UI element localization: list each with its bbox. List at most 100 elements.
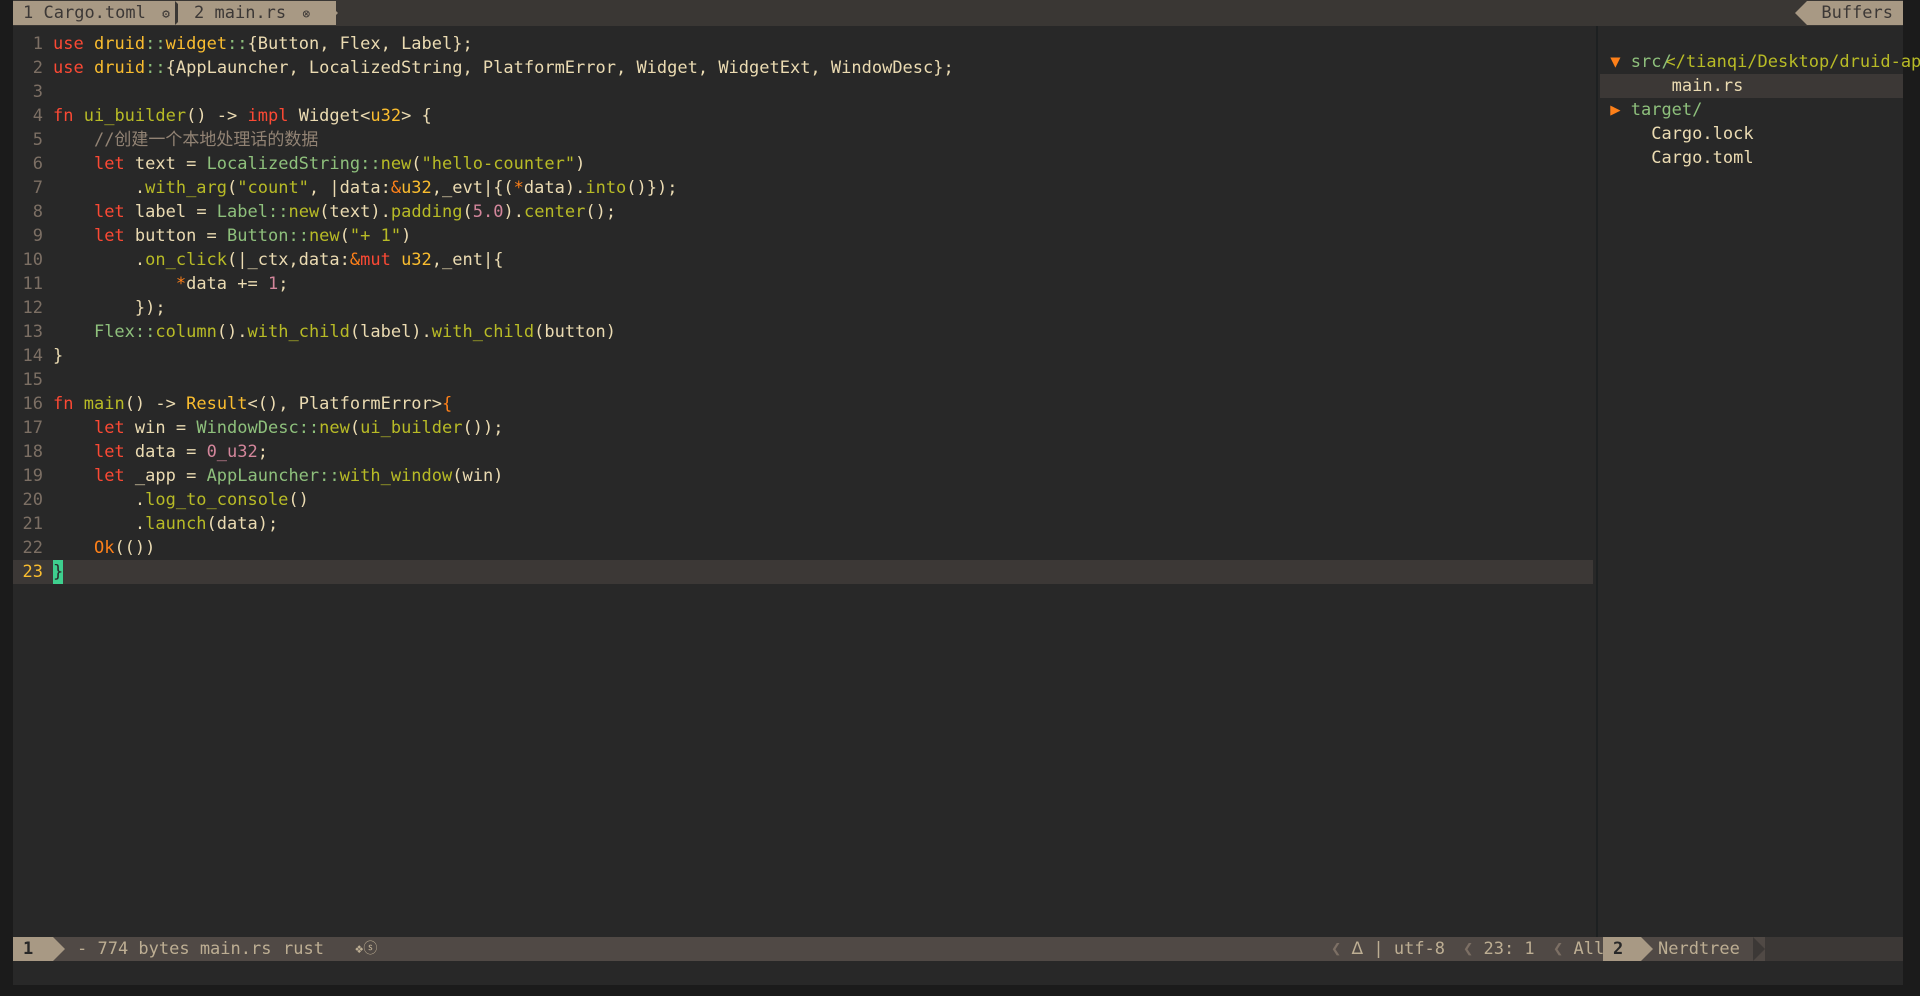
code-token: ( (227, 178, 238, 198)
code-line[interactable]: 7 .with_arg("count", |data:&u32,_evt|{(*… (13, 176, 1593, 200)
lock-icon: ᐃ (1351, 939, 1364, 959)
tab-arrow (326, 1, 338, 25)
code-token: :: (267, 202, 289, 222)
code-line[interactable]: 10 .on_click(|_ctx,data:&mut u32,_ent|{ (13, 248, 1593, 272)
collapsed-arrow-icon[interactable]: ▶ (1610, 100, 1630, 120)
code-line[interactable]: 22 Ok(()) (13, 536, 1593, 560)
code-line[interactable]: 11 *data += 1; (13, 272, 1593, 296)
code-line[interactable]: 16 fn main() -> Result<(), PlatformError>… (13, 392, 1593, 416)
text-cursor: } (53, 560, 64, 584)
nerdtree-root-path[interactable]: </tianqi/Desktop/druid-app/ (1600, 26, 1920, 72)
code-token: ui_builder (360, 418, 463, 438)
code-line[interactable]: 17 let win = WindowDesc::new(ui_builder(… (13, 416, 1593, 440)
code-line[interactable]: 23} (13, 560, 1593, 584)
nerdtree-status-label: Nerdtree (1658, 939, 1740, 959)
code-token: * (513, 178, 524, 198)
code-line[interactable]: 18 let data = 0_u32; (13, 440, 1593, 464)
code-line[interactable]: 6 let text = LocalizedString::new("hello… (13, 152, 1593, 176)
code-text: }); (53, 298, 166, 318)
command-line[interactable] (13, 961, 1903, 985)
code-token: () -> (186, 106, 248, 126)
nerdtree-item-label: main.rs (1671, 76, 1744, 96)
code-text: .on_click(|_ctx,data:&mut u32,_ent|{ (53, 250, 504, 270)
code-text: let button = Button::new("+ 1") (53, 226, 411, 246)
code-text: fn main() -> Result<(), PlatformError>{ (53, 394, 452, 414)
code-line[interactable]: 8 let label = Label::new(text).padding(5… (13, 200, 1593, 224)
code-line[interactable]: 13 Flex::column().with_child(label).with… (13, 320, 1593, 344)
nerdtree-file[interactable]: Cargo.lock (1600, 122, 1903, 146)
line-number: 15 (22, 370, 43, 390)
code-token: . (53, 490, 146, 510)
code-line[interactable]: 15 (13, 368, 1593, 392)
code-token: u32 (370, 106, 402, 126)
line-number: 20 (22, 490, 43, 510)
code-token: ( (339, 226, 350, 246)
code-token: "hello-counter" (421, 154, 576, 174)
code-line[interactable]: 4 fn ui_builder() -> impl Widget<u32> { (13, 104, 1593, 128)
code-token: () -> (124, 394, 187, 414)
nerdtree-file[interactable]: main.rs (1600, 74, 1903, 98)
code-line[interactable]: 19 let _app = AppLauncher::with_window(w… (13, 464, 1593, 488)
nerdtree-dir[interactable]: ▶ target/ (1600, 98, 1903, 122)
code-text: .launch(data); (53, 514, 278, 534)
statusline-arrow (1753, 937, 1765, 961)
code-line[interactable]: 14} (13, 344, 1593, 368)
line-number: 2 (32, 58, 43, 78)
code-token: 1 (267, 274, 279, 294)
code-token: "count" (237, 178, 309, 198)
code-line[interactable]: 20 .log_to_console() (13, 488, 1593, 512)
code-token: AppLauncher (206, 466, 320, 486)
code-line[interactable]: 2 use druid::{AppLauncher, LocalizedStrin… (13, 56, 1593, 80)
nerdtree-window-number: 2 (1603, 937, 1641, 961)
code-line[interactable]: 21 .launch(data); (13, 512, 1593, 536)
code-line[interactable]: 12 }); (13, 296, 1593, 320)
vertical-split[interactable] (1596, 26, 1598, 937)
line-number: 12 (22, 298, 43, 318)
code-token: ) (575, 154, 586, 174)
expanded-arrow-icon[interactable]: ▼ (1610, 52, 1630, 72)
code-token: & (349, 250, 361, 270)
code-line[interactable]: 3 (13, 80, 1593, 104)
code-token: padding (390, 202, 463, 222)
nerdtree-file[interactable]: Cargo.toml (1600, 146, 1903, 170)
code-text: Ok(()) (53, 538, 155, 558)
code-line[interactable]: 1 use druid::widget::{Button, Flex, Label… (13, 32, 1593, 56)
tab-cargo-toml[interactable]: 1 Cargo.toml ⚙ (13, 1, 193, 25)
tab-main-rs[interactable]: 2 main.rs ⊗ (178, 1, 336, 25)
code-token: :: (227, 34, 248, 54)
code-token: u32 (401, 250, 432, 270)
file-info: - 774 bytes main.rs (77, 939, 272, 959)
nerdtree-panel[interactable]: </tianqi/Desktop/druid-app/ ▼ src/ main.… (1600, 26, 1920, 937)
nerdtree-item-label: src/ (1630, 52, 1672, 72)
code-token: LocalizedString (206, 154, 361, 174)
code-token: :: (145, 58, 166, 78)
nerdtree-dir[interactable]: ▼ src/ (1600, 50, 1903, 74)
code-token: (); (585, 202, 617, 222)
code-token: :: (298, 418, 320, 438)
code-editor[interactable]: 1 use druid::widget::{Button, Flex, Label… (13, 26, 1593, 937)
code-token: "+ 1" (349, 226, 402, 246)
code-line[interactable]: 5 //创建一个本地处理话的数据 (13, 128, 1593, 152)
code-line[interactable]: 9 let button = Button::new("+ 1") (13, 224, 1593, 248)
line-number: 17 (22, 418, 43, 438)
code-token: ) (401, 226, 412, 246)
code-text: let text = LocalizedString::new("hello-c… (53, 154, 585, 174)
code-token: impl (247, 106, 289, 126)
nerdtree-item-label: Cargo.toml (1651, 148, 1754, 168)
code-token: let (93, 442, 125, 462)
code-token: 0_u32 (206, 442, 258, 462)
gear-icon: ⚙ (162, 7, 170, 22)
code-text: *data += 1; (53, 274, 289, 294)
code-token: (). (216, 322, 248, 342)
code-token: center (523, 202, 586, 222)
code-token: ,_ent|{ (431, 250, 504, 270)
code-token: 5.0 (472, 202, 504, 222)
